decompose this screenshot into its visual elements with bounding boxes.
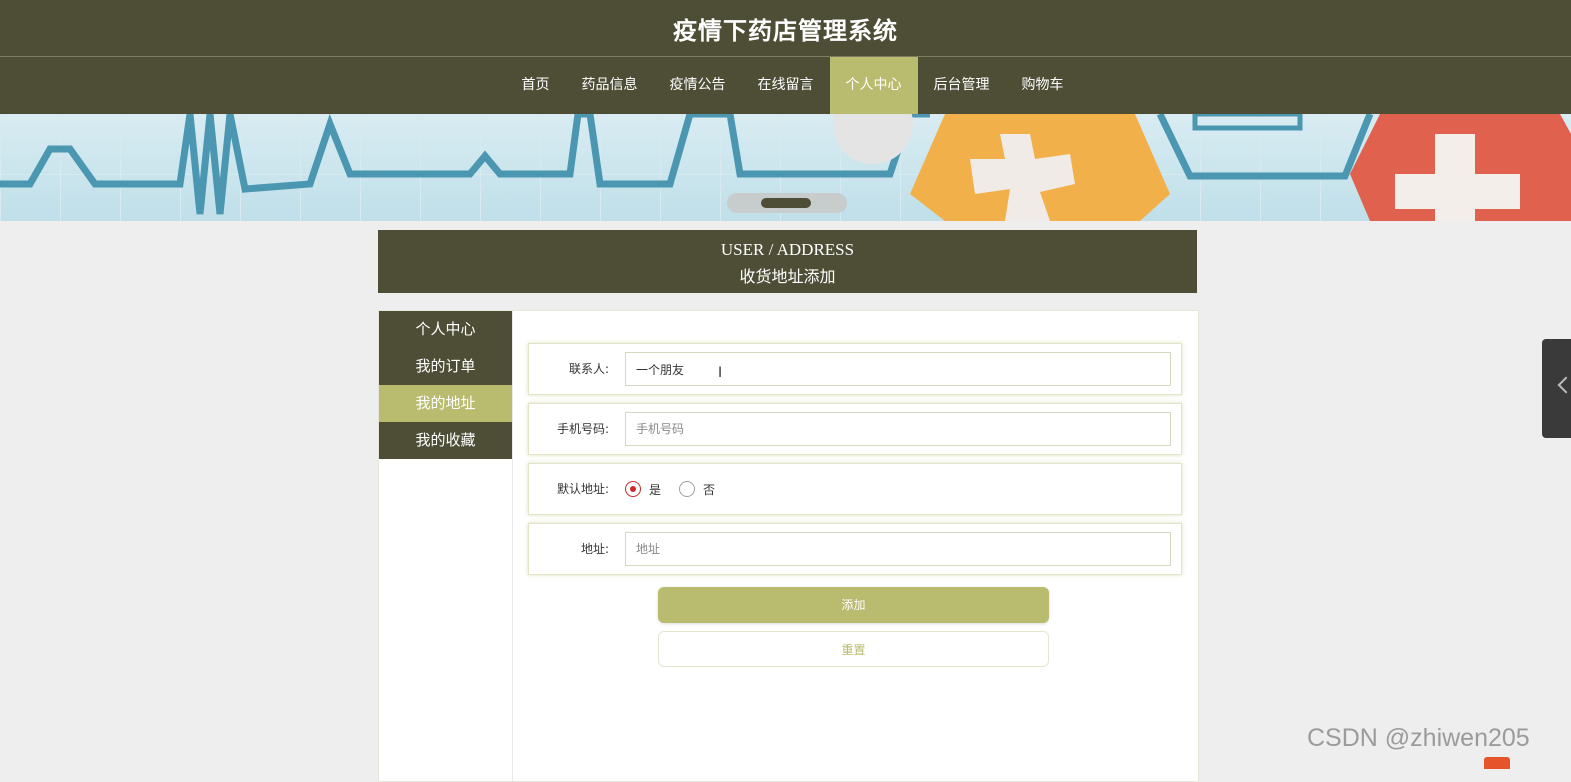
nav-item-home[interactable]: 首页	[506, 57, 566, 114]
nav-item-admin[interactable]: 后台管理	[918, 57, 1006, 114]
address-form: 联系人: I 手机号码: 默认地址: 是 否 地址:	[528, 343, 1182, 667]
nav-item-epidemic-notice[interactable]: 疫情公告	[654, 57, 742, 114]
radio-no-circle[interactable]	[679, 481, 696, 497]
carousel-indicator[interactable]	[727, 193, 847, 213]
site-header: 疫情下药店管理系统	[0, 0, 1571, 57]
add-button[interactable]: 添加	[658, 587, 1049, 623]
form-row-default: 默认地址: 是 否	[528, 463, 1182, 515]
nav-item-online-message[interactable]: 在线留言	[742, 57, 830, 114]
floating-side-tab[interactable]	[1542, 339, 1571, 438]
corner-logo	[1484, 757, 1510, 769]
section-title-en: USER / ADDRESS	[720, 240, 855, 259]
section-title-cn: 收货地址添加	[739, 267, 836, 286]
form-row-address: 地址:	[528, 523, 1182, 575]
site-title: 疫情下药店管理系统	[673, 16, 898, 45]
reset-button[interactable]: 重置	[658, 631, 1049, 667]
side-item-my-orders[interactable]: 我的订单	[379, 348, 512, 385]
side-item-personal-center[interactable]: 个人中心	[379, 311, 512, 348]
phone-input[interactable]	[625, 412, 1171, 446]
nav-item-personal-center[interactable]: 个人中心	[829, 57, 918, 114]
nav-item-medicine-info[interactable]: 药品信息	[566, 57, 654, 114]
chevron-left-icon	[1557, 376, 1571, 394]
carousel-active-dot[interactable]	[761, 198, 811, 208]
radio-no-label: 否	[703, 482, 716, 497]
address-label: 地址:	[580, 542, 609, 556]
content-panel: 个人中心 我的订单 我的地址 我的收藏 联系人: I 手机号码: 默认地址: 是	[378, 310, 1199, 782]
default-address-radio-group: 是 否	[625, 464, 733, 514]
side-item-my-address[interactable]: 我的地址	[379, 385, 512, 422]
nav-list: 首页 药品信息 疫情公告 在线留言 个人中心 后台管理 购物车	[506, 57, 1080, 114]
banner-carousel	[0, 114, 1571, 221]
i-beam-cursor-icon: I	[718, 365, 723, 381]
form-row-phone: 手机号码:	[528, 403, 1182, 455]
nav-item-cart[interactable]: 购物车	[1006, 57, 1080, 114]
default-address-label: 默认地址:	[556, 482, 609, 496]
phone-label: 手机号码:	[556, 422, 609, 436]
main-nav: 首页 药品信息 疫情公告 在线留言 个人中心 后台管理 购物车	[0, 57, 1571, 114]
form-row-contact: 联系人: I	[528, 343, 1182, 395]
radio-yes-circle[interactable]	[625, 481, 641, 497]
watermark: CSDN @zhiwen205	[1307, 724, 1530, 752]
section-title: USER / ADDRESS 收货地址添加	[378, 230, 1197, 293]
side-item-my-favorites[interactable]: 我的收藏	[379, 422, 512, 459]
contact-input[interactable]	[625, 352, 1171, 386]
radio-yes-label: 是	[649, 482, 662, 497]
side-menu: 个人中心 我的订单 我的地址 我的收藏	[379, 311, 513, 781]
radio-yes[interactable]: 是	[625, 481, 661, 498]
address-input[interactable]	[625, 532, 1171, 566]
radio-no[interactable]: 否	[679, 481, 715, 498]
contact-label: 联系人:	[568, 362, 609, 376]
